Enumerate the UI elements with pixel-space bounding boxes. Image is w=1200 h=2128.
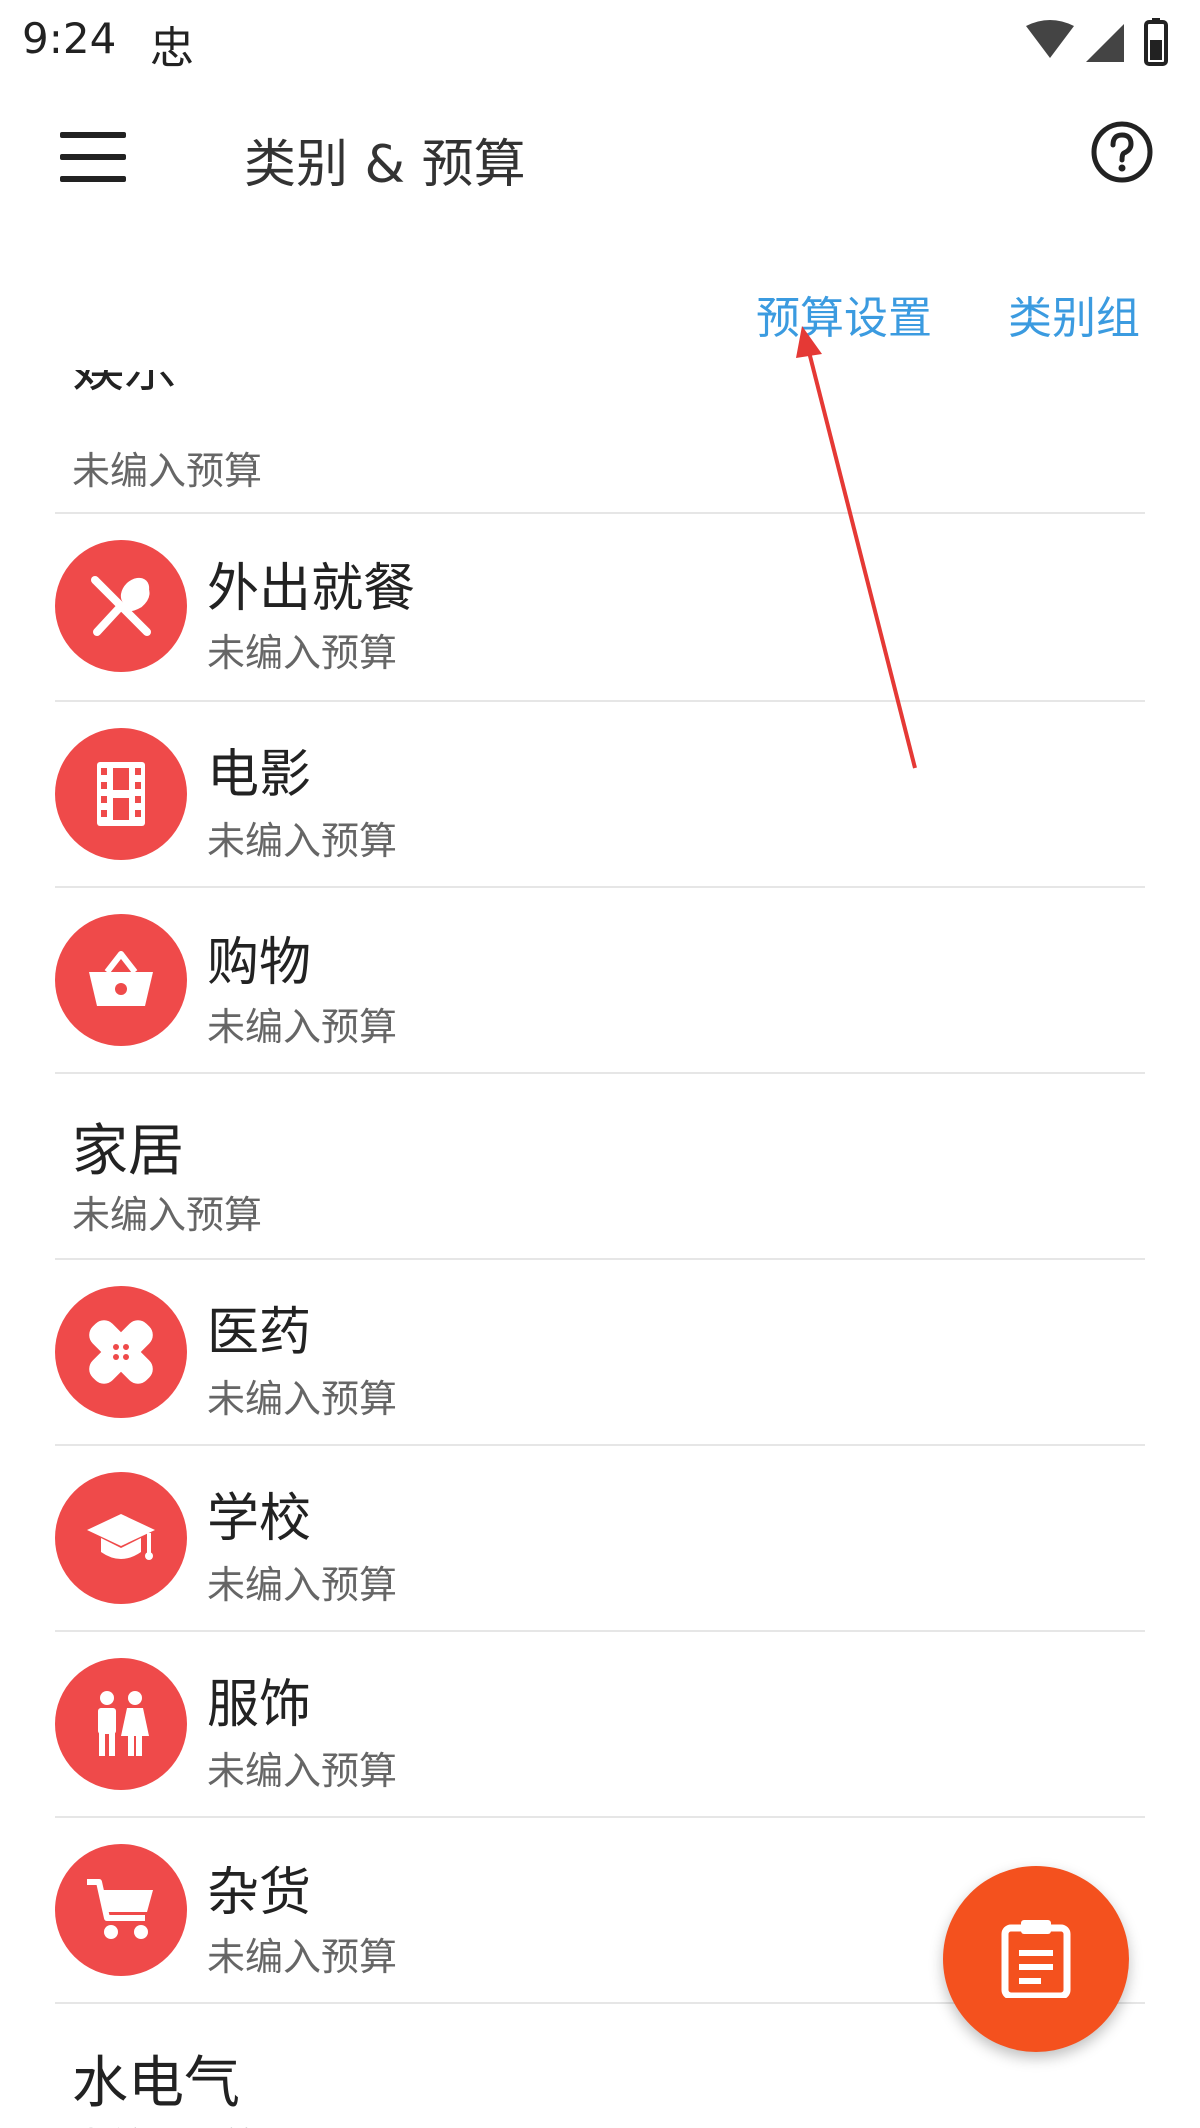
menu-icon[interactable] bbox=[60, 132, 126, 184]
page-title: 类别 & 预算 bbox=[244, 135, 526, 195]
list-item-category[interactable]: 服饰 未编入预算 bbox=[0, 1632, 1200, 1818]
signal-icon bbox=[1086, 24, 1124, 62]
list-item-category[interactable]: 学校 未编入预算 bbox=[0, 1446, 1200, 1632]
list-item-category[interactable]: 外出就餐 未编入预算 bbox=[0, 514, 1200, 700]
battery-icon bbox=[1144, 18, 1168, 66]
category-avatar bbox=[55, 1844, 187, 1976]
category-title: 医药 bbox=[207, 1303, 312, 1363]
notification-glyph: 忠 bbox=[150, 23, 194, 74]
category-title: 服饰 bbox=[207, 1675, 312, 1735]
group-title: 娱乐 bbox=[72, 370, 176, 401]
item-subtitle: 未编入预算 bbox=[207, 819, 398, 863]
category-title: 杂货 bbox=[207, 1863, 312, 1923]
item-subtitle: 未编入预算 bbox=[207, 1377, 398, 1421]
app-bar: 类别 & 预算 bbox=[0, 84, 1200, 234]
category-list: 娱乐 未编入预算 外出就餐 未编入预算 bbox=[0, 370, 1200, 2128]
item-subtitle: 未编入预算 bbox=[72, 1193, 263, 1237]
category-avatar bbox=[55, 728, 187, 860]
help-icon[interactable] bbox=[1090, 120, 1154, 184]
clipboard-icon bbox=[1001, 1920, 1071, 1998]
status-bar: 9:24 忠 bbox=[0, 0, 1200, 84]
graduation-cap-icon bbox=[87, 1514, 155, 1560]
category-avatar bbox=[55, 1286, 187, 1418]
group-title: 水电气 bbox=[72, 2051, 240, 2116]
item-subtitle: 未编入预算 bbox=[207, 631, 398, 675]
status-icons bbox=[1026, 18, 1168, 66]
category-title: 学校 bbox=[207, 1489, 312, 1549]
category-title: 电影 bbox=[207, 745, 312, 805]
status-time: 9:24 bbox=[22, 14, 117, 63]
category-title: 购物 bbox=[207, 933, 312, 993]
list-item-category[interactable]: 医药 未编入预算 bbox=[0, 1260, 1200, 1446]
film-icon bbox=[97, 762, 145, 826]
list-item-group[interactable]: 家居 未编入预算 bbox=[0, 1074, 1200, 1260]
basket-icon bbox=[89, 951, 153, 1006]
category-group-link[interactable]: 类别组 bbox=[1008, 282, 1140, 346]
wifi-icon bbox=[1026, 20, 1074, 58]
category-title: 外出就餐 bbox=[207, 559, 416, 619]
list-item-group[interactable]: 娱乐 未编入预算 bbox=[0, 370, 1200, 512]
item-subtitle: 未编入预算 bbox=[72, 449, 263, 493]
item-subtitle: 未编入预算 bbox=[207, 1935, 398, 1979]
item-subtitle: 未编入预算 bbox=[72, 2116, 262, 2128]
cart-icon bbox=[87, 1879, 153, 1939]
category-avatar bbox=[55, 914, 187, 1046]
toolbar: 预算设置 类别组 bbox=[0, 270, 1200, 350]
group-title: 家居 bbox=[72, 1119, 184, 1184]
category-avatar bbox=[55, 540, 187, 672]
category-avatar bbox=[55, 1472, 187, 1604]
people-icon bbox=[98, 1691, 149, 1756]
item-subtitle: 未编入预算 bbox=[207, 1005, 398, 1049]
list-item-category[interactable]: 购物 未编入预算 bbox=[0, 888, 1200, 1074]
fork-spoon-icon bbox=[91, 576, 151, 636]
item-subtitle: 未编入预算 bbox=[207, 1563, 398, 1607]
list-item-category[interactable]: 电影 未编入预算 bbox=[0, 702, 1200, 888]
budget-settings-link[interactable]: 预算设置 bbox=[756, 282, 932, 346]
item-subtitle: 未编入预算 bbox=[207, 1749, 398, 1793]
category-avatar bbox=[55, 1658, 187, 1790]
bandage-icon bbox=[89, 1320, 153, 1384]
fab-button[interactable] bbox=[943, 1866, 1129, 2052]
